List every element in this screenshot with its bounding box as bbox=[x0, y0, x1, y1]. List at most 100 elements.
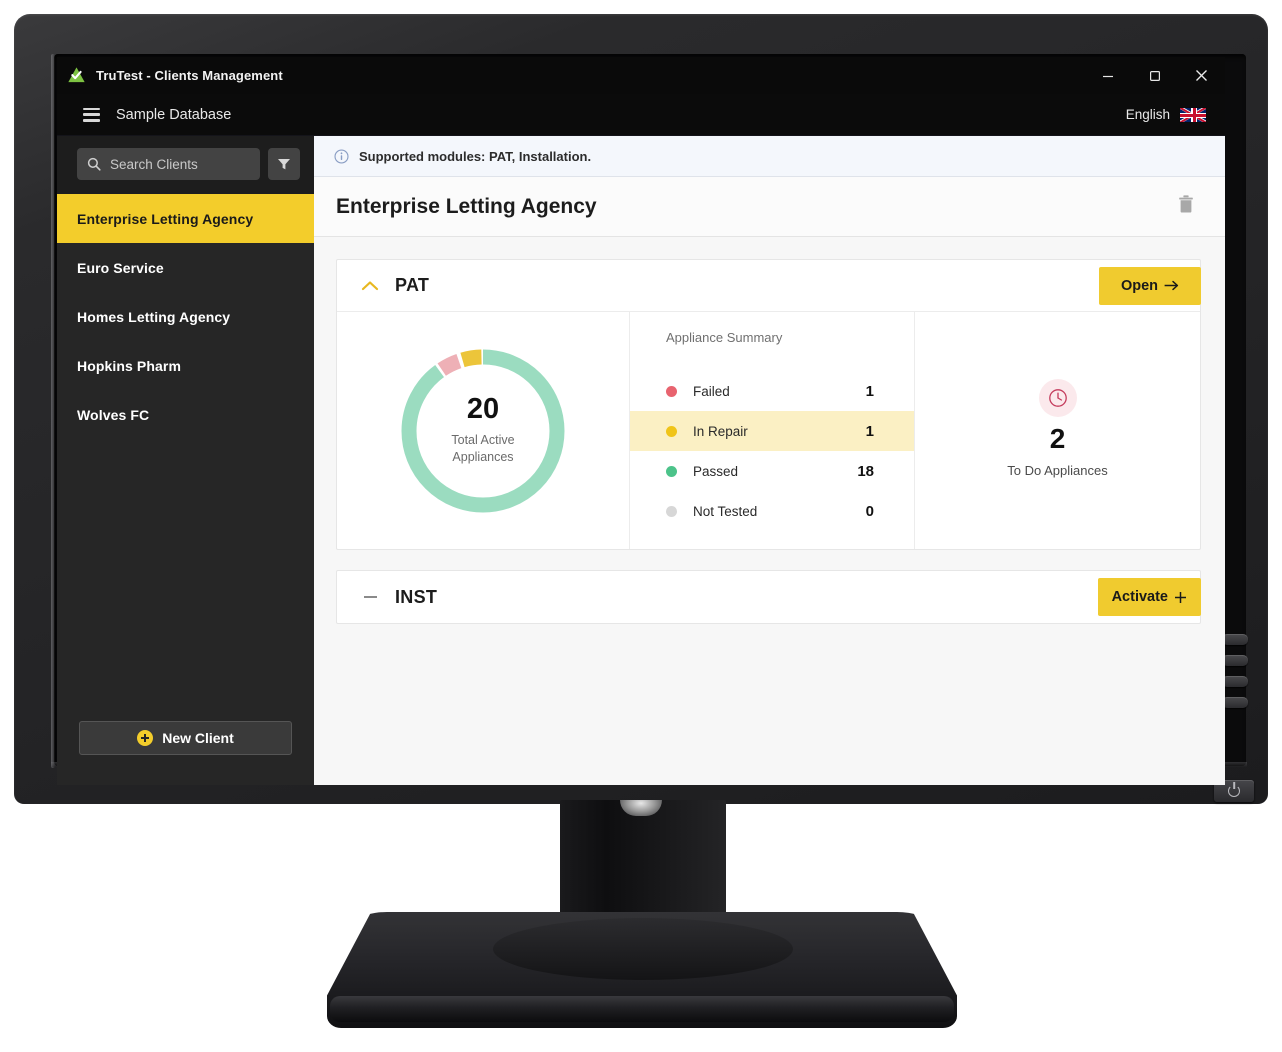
union-jack-flag-icon bbox=[1179, 106, 1207, 123]
search-input[interactable]: Search Clients bbox=[77, 148, 260, 180]
donut-center-label: 20 Total Active Appliances bbox=[397, 345, 569, 517]
donut-total-value: 20 bbox=[466, 393, 500, 426]
info-banner: Supported modules: PAT, Installation. bbox=[314, 136, 1225, 177]
summary-label: Failed bbox=[693, 383, 730, 399]
client-name: Homes Letting Agency bbox=[77, 308, 231, 325]
appliance-summary-section: Appliance Summary Failed 1 In Repair 1 P… bbox=[629, 312, 915, 549]
new-client-label: New Client bbox=[162, 730, 234, 746]
status-dot-not-tested bbox=[666, 505, 677, 517]
summary-label: Passed bbox=[693, 463, 739, 479]
language-label: English bbox=[1125, 107, 1170, 122]
chevron-up-icon[interactable] bbox=[361, 280, 379, 292]
minimize-button[interactable] bbox=[1084, 57, 1131, 94]
activate-inst-button[interactable]: Activate bbox=[1097, 578, 1201, 616]
summary-value: 1 bbox=[865, 422, 874, 440]
filter-button[interactable] bbox=[268, 148, 300, 180]
client-list-item[interactable]: Homes Letting Agency bbox=[57, 292, 314, 341]
screenshot-stage: TruTest - Clients Management Sample Data… bbox=[0, 0, 1282, 1052]
client-list-item[interactable]: Hopkins Pharm bbox=[57, 341, 314, 390]
activate-button-label: Activate bbox=[1111, 589, 1168, 605]
search-icon bbox=[87, 157, 101, 171]
todo-count: 2 bbox=[1049, 423, 1066, 454]
osd-button-1[interactable] bbox=[1222, 634, 1248, 645]
summary-label: Not Tested bbox=[693, 503, 758, 519]
delete-client-button[interactable] bbox=[1177, 194, 1195, 219]
summary-row-not-tested[interactable]: Not Tested 0 bbox=[630, 491, 914, 531]
info-circle-icon bbox=[334, 148, 349, 164]
trash-icon bbox=[1179, 195, 1193, 213]
module-card-inst: INST Activate bbox=[336, 570, 1201, 624]
main-content: Supported modules: PAT, Installation. En… bbox=[314, 136, 1225, 785]
osd-button-2[interactable] bbox=[1222, 655, 1248, 666]
monitor-base-pivot bbox=[493, 918, 793, 980]
pat-card-title: PAT bbox=[395, 275, 430, 295]
database-toolbar: Sample Database English bbox=[57, 94, 1225, 136]
window-titlebar: TruTest - Clients Management bbox=[57, 57, 1225, 94]
summary-row-in-repair[interactable]: In Repair 1 bbox=[630, 411, 914, 451]
monitor-base-front-edge bbox=[330, 996, 954, 1022]
language-selector[interactable]: English bbox=[1125, 106, 1207, 123]
clock-icon bbox=[1048, 389, 1067, 407]
hamburger-menu-icon[interactable] bbox=[83, 107, 100, 122]
app-body: Search Clients Enterprise Letting Agency… bbox=[57, 136, 1225, 785]
client-name: Wolves FC bbox=[77, 406, 150, 423]
arrow-right-icon bbox=[1164, 280, 1179, 291]
clock-icon-badge bbox=[1038, 379, 1077, 417]
client-list: Enterprise Letting Agency Euro Service H… bbox=[57, 194, 314, 721]
page-title: Enterprise Letting Agency bbox=[336, 194, 597, 218]
status-dot-passed bbox=[666, 465, 677, 477]
appliance-summary-title: Appliance Summary bbox=[666, 330, 783, 345]
client-list-item[interactable]: Wolves FC bbox=[57, 390, 314, 439]
search-placeholder: Search Clients bbox=[110, 156, 198, 172]
module-cards: PAT Open 20 Total Active Appliances Appl… bbox=[314, 237, 1225, 785]
client-name: Enterprise Letting Agency bbox=[77, 210, 254, 227]
minus-icon[interactable] bbox=[361, 595, 379, 599]
client-name: Hopkins Pharm bbox=[77, 357, 181, 374]
status-dot-in-repair bbox=[666, 425, 677, 437]
summary-label: In Repair bbox=[693, 423, 748, 439]
osd-button-4[interactable] bbox=[1222, 697, 1248, 708]
plus-circle-icon bbox=[137, 730, 154, 746]
osd-button-3[interactable] bbox=[1222, 676, 1248, 687]
appliance-donut-section: 20 Total Active Appliances bbox=[337, 312, 629, 549]
open-button-label: Open bbox=[1120, 277, 1159, 294]
maximize-button[interactable] bbox=[1131, 57, 1178, 94]
donut-total-caption: Total Active Appliances bbox=[451, 432, 514, 466]
open-pat-button[interactable]: Open bbox=[1099, 266, 1201, 305]
todo-label: To Do Appliances bbox=[1007, 463, 1108, 478]
pat-card-body: 20 Total Active Appliances Appliance Sum… bbox=[337, 312, 1200, 549]
sidebar-search-row: Search Clients bbox=[57, 136, 314, 194]
database-name: Sample Database bbox=[116, 106, 232, 123]
window-controls bbox=[1084, 57, 1225, 94]
info-banner-text: Supported modules: PAT, Installation. bbox=[359, 148, 592, 164]
close-button[interactable] bbox=[1178, 57, 1225, 94]
power-icon bbox=[1228, 785, 1240, 797]
appliance-donut-chart: 20 Total Active Appliances bbox=[397, 345, 569, 517]
bezel-highlight-left bbox=[51, 54, 55, 768]
client-list-item[interactable]: Euro Service bbox=[57, 243, 314, 292]
sidebar: Search Clients Enterprise Letting Agency… bbox=[57, 136, 314, 785]
inst-card-header[interactable]: INST Activate bbox=[337, 571, 1201, 623]
summary-row-failed[interactable]: Failed 1 bbox=[630, 371, 914, 411]
inst-card-title: INST bbox=[395, 586, 438, 607]
new-client-area: New Client bbox=[57, 721, 314, 785]
status-dot-failed bbox=[666, 385, 677, 397]
pat-card-header[interactable]: PAT Open bbox=[337, 260, 1201, 312]
window-title: TruTest - Clients Management bbox=[96, 68, 283, 83]
plus-icon bbox=[1175, 591, 1186, 603]
donut-caption-line2: Appliances bbox=[452, 450, 514, 464]
client-list-item[interactable]: Enterprise Letting Agency bbox=[57, 194, 314, 243]
summary-value: 18 bbox=[857, 462, 874, 480]
filter-funnel-icon bbox=[278, 159, 290, 170]
monitor-screen: TruTest - Clients Management Sample Data… bbox=[57, 57, 1225, 785]
donut-caption-line1: Total Active bbox=[451, 433, 515, 448]
summary-value: 0 bbox=[865, 502, 874, 520]
new-client-button[interactable]: New Client bbox=[79, 721, 292, 755]
trutest-logo-icon bbox=[67, 66, 86, 85]
summary-row-passed[interactable]: Passed 18 bbox=[630, 451, 914, 491]
todo-appliances-section: 2 To Do Appliances bbox=[915, 312, 1200, 549]
page-header: Enterprise Letting Agency bbox=[314, 177, 1225, 237]
client-name: Euro Service bbox=[77, 259, 164, 276]
summary-value: 1 bbox=[865, 382, 874, 400]
module-card-pat: PAT Open 20 Total Active Appliances Appl… bbox=[336, 259, 1201, 550]
